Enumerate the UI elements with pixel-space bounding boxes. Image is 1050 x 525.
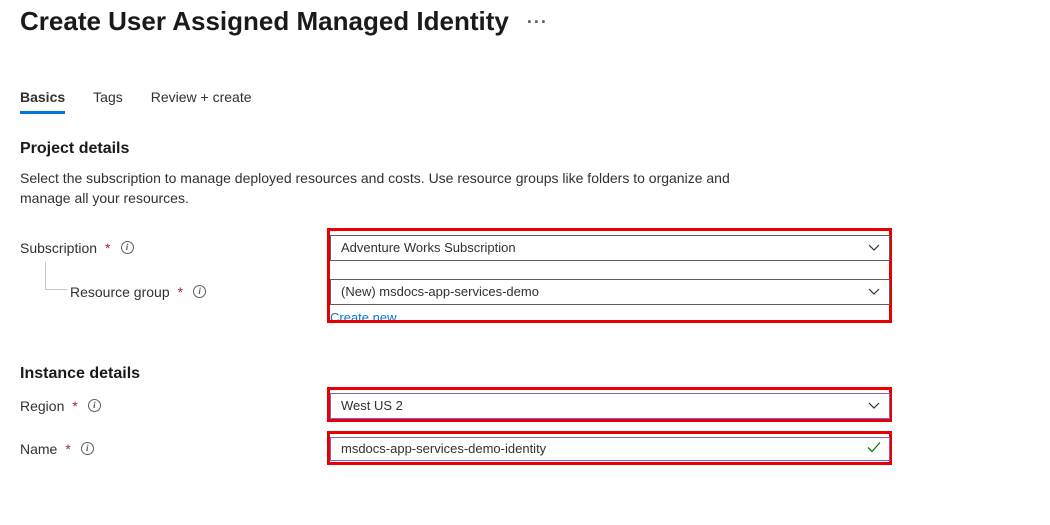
required-indicator: * [105,240,110,256]
section-heading-project-details: Project details [20,140,1030,158]
tab-basics[interactable]: Basics [20,89,65,114]
section-heading-instance-details: Instance details [20,365,1030,383]
region-label: Region [20,398,64,414]
subscription-dropdown[interactable]: Adventure Works Subscription [330,235,890,261]
tree-connector [45,262,67,290]
resource-group-label: Resource group [70,284,170,300]
name-value: msdocs-app-services-demo-identity [341,441,546,456]
subscription-label: Subscription [20,240,97,256]
info-icon[interactable]: i [193,285,206,298]
region-value: West US 2 [341,398,403,413]
resource-group-value: (New) msdocs-app-services-demo [341,284,539,299]
chevron-down-icon [868,402,880,410]
name-label: Name [20,441,57,457]
tab-review-create[interactable]: Review + create [151,89,252,114]
more-actions-button[interactable]: ··· [527,13,548,31]
info-icon[interactable]: i [88,399,101,412]
tab-tags[interactable]: Tags [93,89,123,114]
region-dropdown[interactable]: West US 2 [330,393,890,419]
subscription-value: Adventure Works Subscription [341,240,516,255]
info-icon[interactable]: i [81,442,94,455]
chevron-down-icon [868,244,880,252]
required-indicator: * [72,398,77,414]
name-input[interactable]: msdocs-app-services-demo-identity [330,437,890,461]
info-icon[interactable]: i [121,241,134,254]
resource-group-dropdown[interactable]: (New) msdocs-app-services-demo [330,279,890,305]
page-title: Create User Assigned Managed Identity [20,6,509,37]
tab-strip: Basics Tags Review + create [20,89,1030,114]
required-indicator: * [178,284,183,300]
chevron-down-icon [868,288,880,296]
required-indicator: * [65,441,70,457]
check-icon [867,441,881,456]
section-description-project-details: Select the subscription to manage deploy… [20,168,740,209]
